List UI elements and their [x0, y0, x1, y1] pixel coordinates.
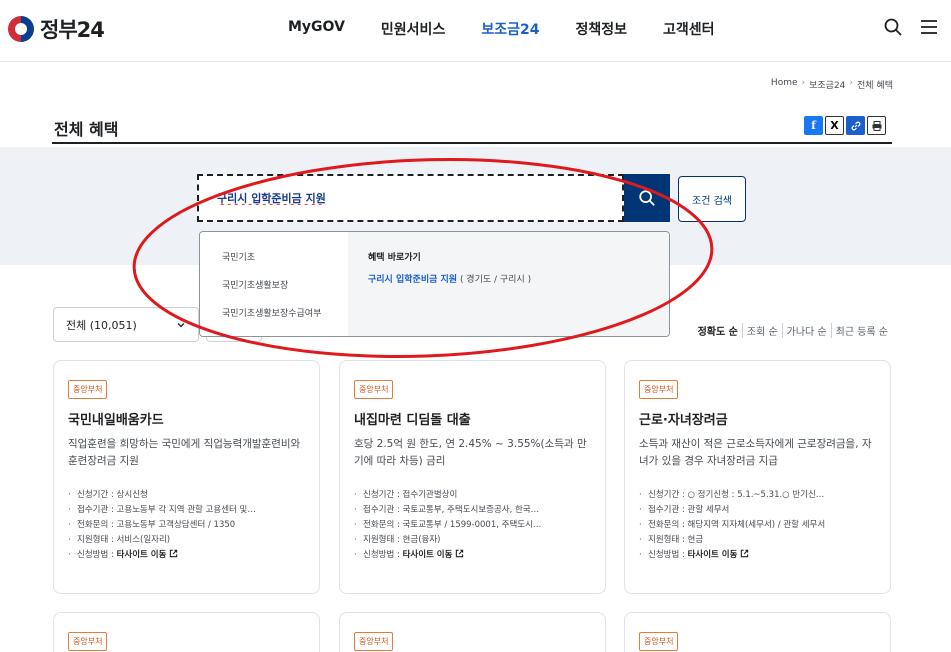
breadcrumb-subsidy24[interactable]: 보조금24: [809, 78, 845, 91]
category-select-value: 전체 (10,051): [66, 318, 137, 332]
external-site-link[interactable]: 타사이트 이동: [117, 550, 167, 560]
card-info-list: 신청기간 : 접수기관별상이 접수기관 : 국토교통부, 주택도시보증공사, 한…: [354, 488, 591, 562]
site-header: 정부24 MyGOV 민원서비스 보조금24 정책정보 고객센터: [0, 0, 951, 62]
sort-options: 정확도 순 조회 순 가나다 순 최근 등록 순: [694, 323, 892, 338]
category-badge: 중앙부처: [68, 380, 108, 399]
benefit-card[interactable]: 중앙부처: [339, 612, 606, 652]
card-info-item: 지원형태 : 서비스(일자리): [68, 533, 305, 548]
method-label: 신청방법 :: [648, 549, 688, 560]
x-twitter-icon[interactable]: X: [825, 116, 844, 135]
shortcut-link-title: 구리시 입학준비금 지원: [368, 275, 458, 285]
shortcut-link-region: ( 경기도 / 구리시 ): [457, 275, 532, 285]
card-description: 소득과 재산이 적은 근로소득자에게 근로장려금을, 자녀가 있을 경우 자녀장…: [639, 438, 872, 467]
search-input[interactable]: [217, 191, 604, 205]
card-info-item: 전화문의 : 국토교통부 / 1599-0001, 주택도시…: [354, 518, 591, 533]
card-info-item: 신청방법 : 타사이트 이동: [354, 548, 591, 563]
menu-icon[interactable]: [919, 17, 939, 37]
card-description: 직업훈련을 희망하는 국민에게 직업능력개발훈련비와 훈련장려금 지원: [68, 438, 301, 467]
sort-views[interactable]: 조회 순: [741, 323, 782, 338]
category-badge: 중앙부처: [68, 632, 108, 651]
benefit-card[interactable]: 중앙부처 국민내일배움카드 직업훈련을 희망하는 국민에게 직업능력개발훈련비와…: [53, 360, 320, 594]
shortcut-link[interactable]: 구리시 입학준비금 지원 ( 경기도 / 구리시 ): [368, 272, 649, 285]
category-badge: 중앙부처: [639, 632, 679, 651]
external-site-link[interactable]: 타사이트 이동: [688, 550, 738, 560]
benefit-card[interactable]: 중앙부처: [53, 612, 320, 652]
suggestion-item[interactable]: 국민기초: [222, 250, 348, 263]
category-select[interactable]: 전체 (10,051): [53, 307, 199, 342]
autocomplete-dropdown: 국민기초 국민기초생활보장 국민기초생활보장수급여부 혜택 바로가기 구리시 입…: [199, 231, 670, 337]
card-info-item: 전화문의 : 해당지역 지자체(세무서) / 관할 세무서: [639, 518, 876, 533]
card-title: 국민내일배움카드: [68, 413, 164, 428]
card-info-item: 접수기관 : 관할 세무서: [639, 503, 876, 518]
search-icon[interactable]: [883, 17, 903, 37]
nav-item-civil-service[interactable]: 민원서비스: [381, 19, 445, 39]
title-row: 전체 혜택 f X: [52, 104, 892, 144]
external-site-link[interactable]: 타사이트 이동: [403, 550, 453, 560]
nav-item-policy-info[interactable]: 정책정보: [575, 19, 627, 39]
category-badge: 중앙부처: [354, 632, 394, 651]
suggestion-item[interactable]: 국민기초생활보장수급여부: [222, 306, 348, 319]
search-icon: [639, 190, 655, 206]
external-link-icon: [170, 549, 178, 557]
link-icon[interactable]: [846, 116, 865, 135]
chevron-right-icon: ›: [801, 78, 806, 88]
card-info-item: 신청방법 : 타사이트 이동: [68, 548, 305, 563]
chevron-down-icon: [177, 322, 185, 327]
nav-item-customer-center[interactable]: 고객센터: [663, 19, 715, 39]
category-badge: 중앙부처: [639, 380, 679, 399]
external-link-icon: [741, 549, 749, 557]
page-title: 전체 혜택: [54, 120, 119, 139]
card-info-list: 신청기간 : ○ 정기신청 : 5.1.~5.31.○ 반기신… 접수기관 : …: [639, 488, 876, 562]
nav-item-subsidy24[interactable]: 보조금24: [481, 19, 539, 39]
condition-search-button[interactable]: 조건 검색: [678, 176, 746, 222]
shortcut-panel: 혜택 바로가기 구리시 입학준비금 지원 ( 경기도 / 구리시 ): [348, 232, 669, 336]
card-info-item: 신청기간 : 접수기관별상이: [354, 488, 591, 503]
card-info-item: 접수기관 : 국토교통부, 주택도시보증공사, 한국…: [354, 503, 591, 518]
logo-text: 정부24: [40, 18, 105, 42]
card-title: 근로·자녀장려금: [639, 413, 728, 428]
benefit-card[interactable]: 중앙부처 근로·자녀장려금 소득과 재산이 적은 근로소득자에게 근로장려금을,…: [624, 360, 891, 594]
method-label: 신청방법 :: [77, 549, 117, 560]
card-info-item: 지원형태 : 현금: [639, 533, 876, 548]
method-label: 신청방법 :: [363, 549, 403, 560]
card-info-item: 신청기간 : ○ 정기신청 : 5.1.~5.31.○ 반기신…: [639, 488, 876, 503]
logo[interactable]: 정부24: [8, 14, 105, 44]
breadcrumb-home[interactable]: Home: [771, 78, 798, 91]
sort-accuracy[interactable]: 정확도 순: [694, 323, 742, 338]
suggestion-item[interactable]: 국민기초생활보장: [222, 278, 348, 291]
benefit-card[interactable]: 중앙부처 내집마련 디딤돌 대출 호당 2.5억 원 한도, 연 2.45% ~…: [339, 360, 606, 594]
print-icon[interactable]: [867, 116, 886, 135]
taegeuk-logo-icon: [8, 16, 34, 42]
facebook-icon[interactable]: f: [804, 116, 823, 135]
sort-recent[interactable]: 최근 등록 순: [830, 323, 892, 338]
category-badge: 중앙부처: [354, 380, 394, 399]
search-button[interactable]: [624, 174, 670, 222]
benefit-card[interactable]: 중앙부처: [624, 612, 891, 652]
card-info-item: 신청방법 : 타사이트 이동: [639, 548, 876, 563]
shortcut-heading: 혜택 바로가기: [368, 253, 421, 263]
breadcrumb-current: 전체 혜택: [857, 81, 893, 91]
card-info-list: 신청기간 : 상시신청 접수기관 : 고용노동부 각 지역 관할 고용센터 및……: [68, 488, 305, 562]
suggestion-list: 국민기초 국민기초생활보장 국민기초생활보장수급여부: [200, 232, 348, 336]
main-nav: MyGOV 민원서비스 보조금24 정책정보 고객센터: [288, 19, 715, 39]
search-field[interactable]: [197, 174, 624, 222]
card-info-item: 접수기관 : 고용노동부 각 지역 관할 고용센터 및…: [68, 503, 305, 518]
external-link-icon: [456, 549, 464, 557]
share-buttons: f X: [804, 116, 886, 135]
card-title: 내집마련 디딤돌 대출: [354, 413, 471, 428]
chevron-right-icon: ›: [849, 78, 854, 88]
header-icons: [883, 17, 939, 37]
breadcrumb: Home › 보조금24 › 전체 혜택: [771, 78, 893, 91]
card-info-item: 신청기간 : 상시신청: [68, 488, 305, 503]
card-info-item: 전화문의 : 고용노동부 고객상담센터 / 1350: [68, 518, 305, 533]
card-description: 호당 2.5억 원 한도, 연 2.45% ~ 3.55%(소득과 만기에 따라…: [354, 438, 587, 467]
nav-item-mygov[interactable]: MyGOV: [288, 19, 345, 39]
card-info-item: 지원형태 : 현금(융자): [354, 533, 591, 548]
sort-alphabetical[interactable]: 가나다 순: [781, 323, 831, 338]
